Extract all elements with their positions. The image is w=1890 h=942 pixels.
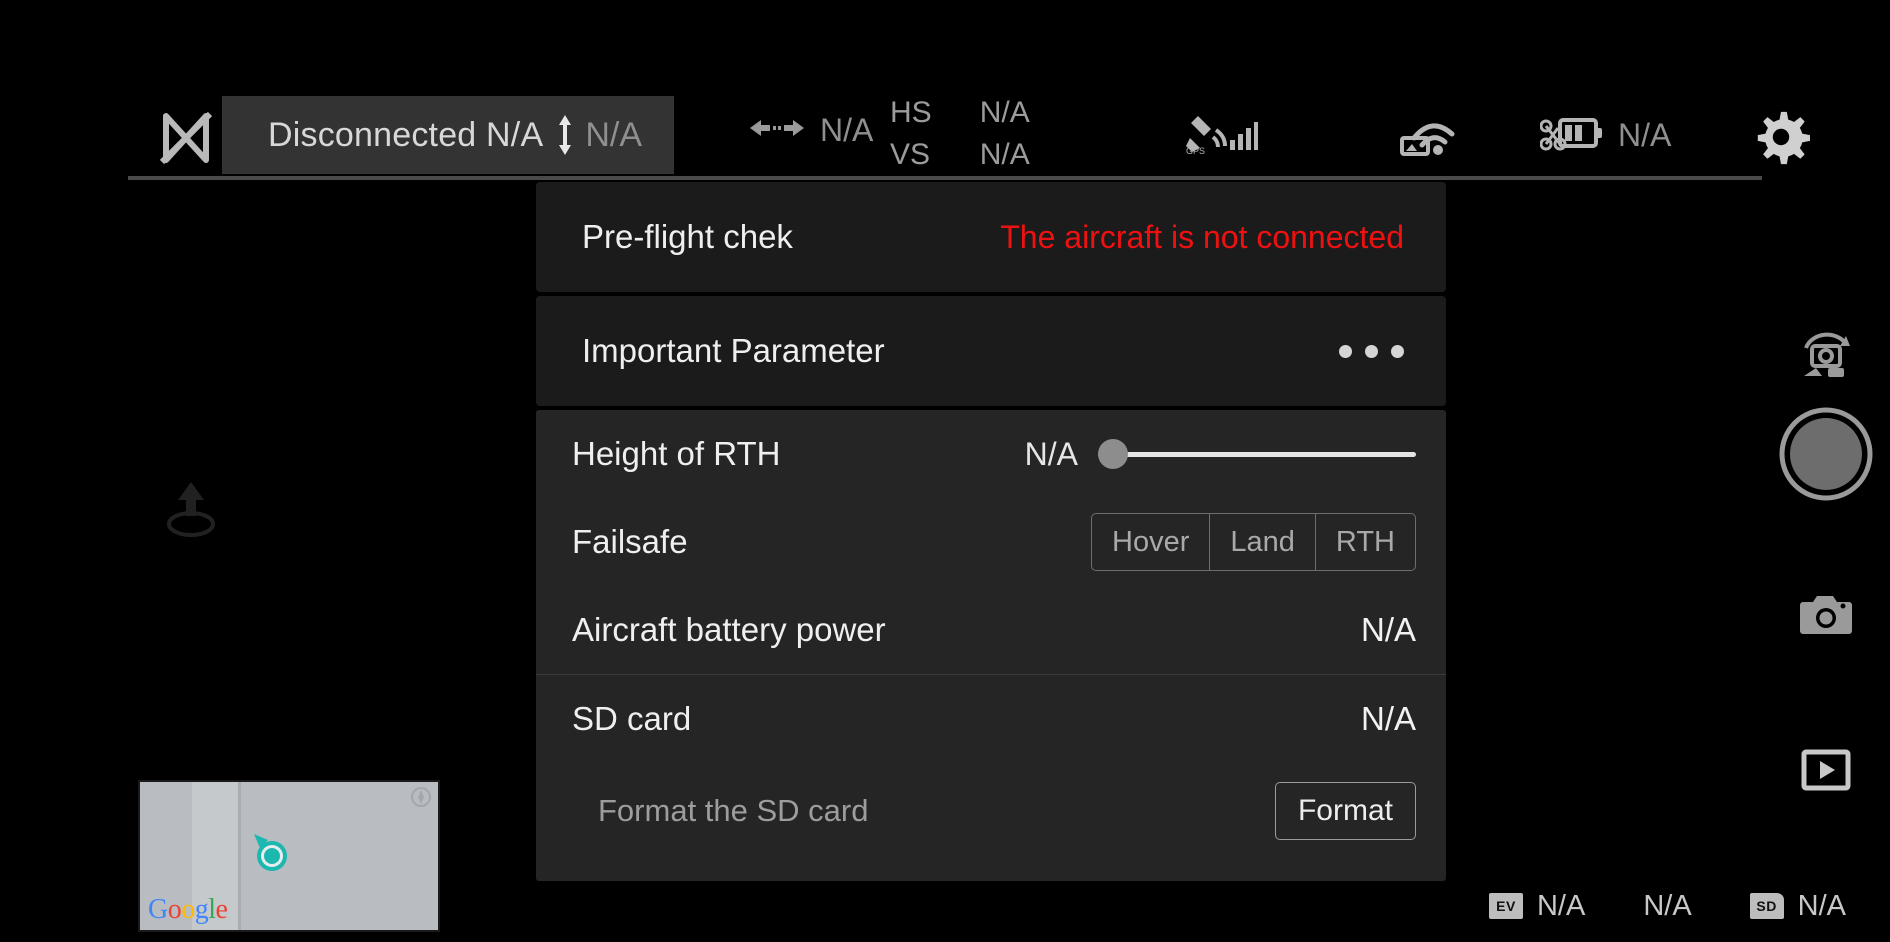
hs-label: HS: [890, 96, 932, 129]
sd-badge: SD: [1749, 893, 1784, 919]
gps-satellite-signal-icon: GPS: [1180, 110, 1258, 161]
format-button[interactable]: Format: [1274, 782, 1416, 840]
shutter-button[interactable]: [1778, 406, 1874, 502]
camera-video-mode-toggle-icon[interactable]: [1796, 330, 1856, 386]
aircraft-battery-power-label: Aircraft battery power: [572, 611, 886, 648]
camera-status-bar: EV N/A N/A SD N/A: [1431, 870, 1890, 942]
three-dots-icon[interactable]: [1339, 344, 1404, 358]
height-of-rth-value: N/A: [1024, 435, 1078, 472]
panel-footer-spacer: [536, 859, 1446, 881]
connection-status-text: Disconnected N/A: [268, 115, 544, 154]
map-compass-icon: [410, 786, 432, 808]
failsafe-option-land[interactable]: Land: [1210, 514, 1316, 570]
important-parameter-label: Important Parameter: [582, 332, 885, 369]
settings-panel: Pre-flight chek The aircraft is not conn…: [536, 182, 1446, 881]
failsafe-row[interactable]: Failsafe Hover Land RTH: [536, 498, 1446, 586]
slider-track: [1098, 451, 1416, 457]
height-of-rth-label: Height of RTH: [572, 435, 781, 472]
preflight-check-label: Pre-flight chek: [582, 218, 793, 255]
gps-signal-group[interactable]: GPS: [1180, 110, 1258, 161]
sd-value: N/A: [1797, 889, 1846, 922]
video-downlink-group[interactable]: [1400, 110, 1462, 161]
camera-icon[interactable]: [1799, 592, 1853, 638]
failsafe-option-hover[interactable]: Hover: [1092, 514, 1211, 570]
camera-control-rail: [1762, 0, 1890, 942]
sd-card-row[interactable]: SD card N/A: [536, 675, 1446, 763]
hs-value: N/A: [979, 96, 1030, 129]
failsafe-segmented-control[interactable]: Hover Land RTH: [1091, 513, 1416, 571]
map-thumbnail[interactable]: Google: [138, 780, 440, 932]
sd-card-value: N/A: [1360, 700, 1416, 737]
sd-card-label: SD card: [572, 700, 692, 737]
horizontal-distance-icon: [748, 115, 806, 146]
parameter-group: Height of RTH N/A Failsafe Hover Land RTH …: [536, 410, 1446, 881]
aircraft-battery-icon: [1539, 112, 1604, 159]
google-logo: Google: [148, 894, 228, 925]
sd-readout[interactable]: SD N/A: [1749, 889, 1846, 923]
failsafe-label: Failsafe: [572, 523, 688, 560]
horizontal-distance-value: N/A: [820, 112, 874, 148]
vs-value: N/A: [979, 138, 1030, 171]
important-parameter-row[interactable]: Important Parameter: [536, 296, 1446, 406]
format-sd-card-label: Format the SD card: [598, 793, 869, 828]
shutter-value: N/A: [1643, 889, 1692, 922]
app-screen: Disconnected N/A N/A N/A HS N/A VS N/A G…: [0, 0, 1890, 942]
vs-label: VS: [890, 138, 931, 171]
topbar-underline: [128, 176, 1762, 180]
svg-text:GPS: GPS: [1186, 146, 1205, 156]
takeoff-icon[interactable]: [160, 478, 222, 540]
top-status-bar: Disconnected N/A N/A N/A HS N/A VS N/A G…: [0, 0, 1890, 180]
video-downlink-signal-icon: [1400, 110, 1462, 161]
height-of-rth-control[interactable]: N/A: [1025, 436, 1416, 473]
preflight-status-text: The aircraft is not connected: [1000, 218, 1404, 255]
aircraft-battery-value: N/A: [1618, 117, 1672, 153]
preflight-check-row[interactable]: Pre-flight chek The aircraft is not conn…: [536, 182, 1446, 292]
format-sd-card-row: Format the SD card Format: [536, 763, 1446, 859]
ev-readout[interactable]: EV N/A: [1488, 889, 1586, 923]
playback-icon[interactable]: [1801, 748, 1851, 792]
horizontal-distance-group: N/A: [748, 112, 873, 149]
shutter-readout[interactable]: N/A: [1643, 890, 1691, 923]
ev-badge: EV: [1488, 893, 1523, 919]
aircraft-battery-group[interactable]: N/A: [1539, 112, 1672, 159]
height-of-rth-row[interactable]: Height of RTH N/A: [536, 410, 1446, 498]
altitude-value: N/A: [585, 115, 643, 154]
altitude-arrow-icon: [557, 114, 573, 156]
height-of-rth-slider[interactable]: [1098, 437, 1416, 471]
signal-off-icon[interactable]: [158, 108, 216, 168]
map-road-line: [238, 782, 241, 930]
failsafe-option-rth[interactable]: RTH: [1316, 514, 1415, 570]
ev-value: N/A: [1536, 889, 1586, 922]
connection-status-pill[interactable]: Disconnected N/A N/A: [222, 96, 674, 174]
speed-readouts: HS N/A VS N/A: [890, 92, 1030, 176]
aircraft-battery-power-value: N/A: [1360, 611, 1416, 648]
location-marker-icon: [248, 830, 294, 876]
aircraft-battery-power-row[interactable]: Aircraft battery power N/A: [536, 586, 1446, 674]
slider-thumb[interactable]: [1098, 439, 1128, 469]
